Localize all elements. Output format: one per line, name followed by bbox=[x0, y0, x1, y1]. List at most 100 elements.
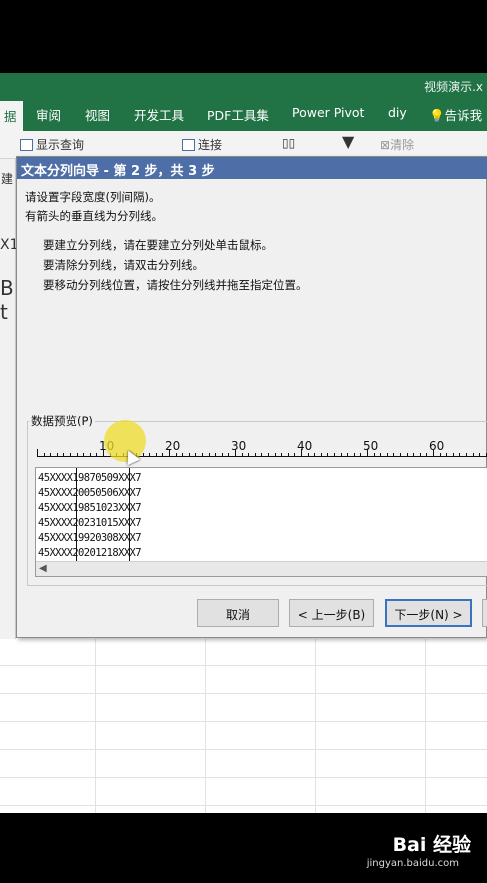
ruler-tick bbox=[215, 453, 217, 457]
preview-label: 数据预览(P) bbox=[29, 413, 95, 429]
ruler-tick bbox=[248, 453, 250, 457]
tab-power-pivot[interactable]: Power Pivot bbox=[292, 105, 364, 120]
ruler-tick bbox=[268, 453, 269, 457]
ruler-tick bbox=[142, 453, 144, 457]
ruler-tick bbox=[413, 453, 415, 457]
preview-row: 45XXXX20231015XXX7 bbox=[38, 517, 142, 529]
ruler-tick bbox=[182, 453, 184, 457]
ruler-tick bbox=[287, 453, 289, 457]
ruler-tick bbox=[155, 453, 157, 457]
preview-row: 45XXXX19920308XXX7 bbox=[38, 532, 142, 544]
ruler-tick bbox=[96, 453, 98, 457]
ruler-tick bbox=[274, 453, 276, 457]
next-button[interactable]: 下一步(N) > bbox=[385, 599, 472, 627]
ruler-label: 50 bbox=[363, 439, 379, 453]
ruler-tick bbox=[162, 453, 164, 457]
ruler-tick bbox=[307, 453, 309, 457]
ruler-tick bbox=[327, 453, 329, 457]
ruler-tick bbox=[43, 453, 45, 457]
text-to-columns-dialog: 文本分列向导 - 第 2 步，共 3 步 请设置字段宽度(列间隔)。 有箭头的垂… bbox=[16, 156, 487, 638]
tab-data[interactable]: 据 bbox=[0, 101, 23, 131]
ruler-tick bbox=[89, 453, 91, 457]
ruler-tick bbox=[334, 453, 335, 457]
sheet-left-edge bbox=[0, 159, 16, 639]
lightbulb-icon: 💡 bbox=[429, 108, 445, 123]
data-preview-box[interactable]: 45XXXX19870509XXX7 45XXXX20050506XXX7 45… bbox=[35, 467, 487, 577]
ruler-tick bbox=[301, 449, 302, 457]
ribbon-tabs: 据 审阅 视图 开发工具 PDF工具集 Power Pivot diy 💡告诉我 bbox=[0, 99, 487, 131]
clear-button[interactable]: ⊠清除 bbox=[380, 136, 414, 153]
tab-diy[interactable]: diy bbox=[388, 105, 407, 120]
ruler-label: 30 bbox=[231, 439, 247, 453]
ruler-tick bbox=[386, 453, 388, 457]
ruler-tick bbox=[70, 453, 71, 457]
scroll-left-icon[interactable]: ◀ bbox=[39, 563, 47, 574]
ruler-tick bbox=[472, 453, 474, 457]
instruction-line: 有箭头的垂直线为分列线。 bbox=[25, 209, 163, 223]
show-query-button[interactable]: 显示查询 bbox=[20, 136, 84, 153]
instruction-line: 请设置字段宽度(列间隔)。 bbox=[25, 190, 161, 204]
ruler-tick bbox=[419, 453, 421, 457]
ruler-tick bbox=[479, 453, 481, 457]
ruler-tick bbox=[452, 453, 454, 457]
ruler-tick bbox=[103, 449, 104, 457]
ruler-tick bbox=[76, 453, 78, 457]
ruler-tick bbox=[37, 449, 38, 457]
ruler-label: 20 bbox=[165, 439, 181, 453]
tab-tell-me[interactable]: 💡告诉我 bbox=[429, 105, 482, 124]
preview-row: 45XXXX20050506XXX7 bbox=[38, 487, 142, 499]
ruler-tick bbox=[406, 453, 408, 457]
ruler-tick bbox=[281, 453, 283, 457]
column-break-line[interactable] bbox=[129, 468, 130, 563]
ruler-tick bbox=[446, 453, 448, 457]
tab-view[interactable]: 视图 bbox=[85, 105, 110, 124]
back-button[interactable]: < 上一步(B) bbox=[289, 599, 374, 627]
ruler-label: 40 bbox=[297, 439, 313, 453]
watermark-logo: Bai 经验 bbox=[392, 834, 471, 856]
ruler-tick bbox=[202, 453, 203, 457]
finish-button-edge[interactable] bbox=[482, 599, 487, 627]
ruler-tick bbox=[367, 449, 368, 457]
filter-icon[interactable]: ▼ bbox=[342, 132, 354, 151]
ruler-tick bbox=[261, 453, 263, 457]
ruler-tick bbox=[433, 449, 434, 457]
ruler-tick bbox=[353, 453, 355, 457]
tab-pdf-tools[interactable]: PDF工具集 bbox=[207, 105, 269, 124]
ruler-tick bbox=[195, 453, 197, 457]
column-header-fragment: B bbox=[0, 276, 14, 300]
table-icon bbox=[20, 139, 33, 151]
ruler-tick bbox=[149, 453, 151, 457]
excel-title-bar: 视频演示.x bbox=[0, 73, 487, 99]
ruler-tick bbox=[466, 453, 467, 457]
ruler-tick bbox=[175, 453, 177, 457]
ruler-tick bbox=[208, 453, 210, 457]
column-break-line[interactable] bbox=[76, 468, 77, 563]
ruler-tick bbox=[188, 453, 190, 457]
ruler-tick bbox=[221, 453, 223, 457]
ruler-tick bbox=[373, 453, 375, 457]
ruler-tick bbox=[340, 453, 342, 457]
preview-row: 45XXXX19870509XXX7 bbox=[38, 472, 142, 484]
tab-developer[interactable]: 开发工具 bbox=[134, 105, 184, 124]
preview-row: 45XXXX19851023XXX7 bbox=[38, 502, 142, 514]
ruler-tick bbox=[380, 453, 382, 457]
ruler-tick bbox=[360, 453, 362, 457]
ruler-tick bbox=[50, 453, 52, 457]
cancel-button[interactable]: 取消 bbox=[197, 599, 279, 627]
clear-filter-icon: ⊠ bbox=[380, 138, 391, 152]
ruler-tick bbox=[426, 453, 428, 457]
ruler-tick bbox=[320, 453, 322, 457]
tip-line: 要建立分列线，请在要建立分列处单击鼠标。 bbox=[43, 238, 273, 252]
preview-row: 45XXXX20201218XXX7 bbox=[38, 547, 142, 559]
connections-button[interactable]: 连接 bbox=[182, 136, 222, 153]
tab-review[interactable]: 审阅 bbox=[36, 105, 61, 124]
ruler-tick bbox=[235, 449, 236, 457]
ruler-tick bbox=[294, 453, 296, 457]
horizontal-scrollbar[interactable]: ◀ bbox=[36, 561, 487, 576]
window-title: 视频演示.x bbox=[424, 80, 483, 94]
connections-icon bbox=[182, 139, 195, 151]
ruler-tick bbox=[393, 453, 395, 457]
ruler-tick bbox=[254, 453, 256, 457]
ruler-tick bbox=[83, 453, 85, 457]
sort-buttons[interactable]: ▯▯ bbox=[282, 136, 295, 150]
